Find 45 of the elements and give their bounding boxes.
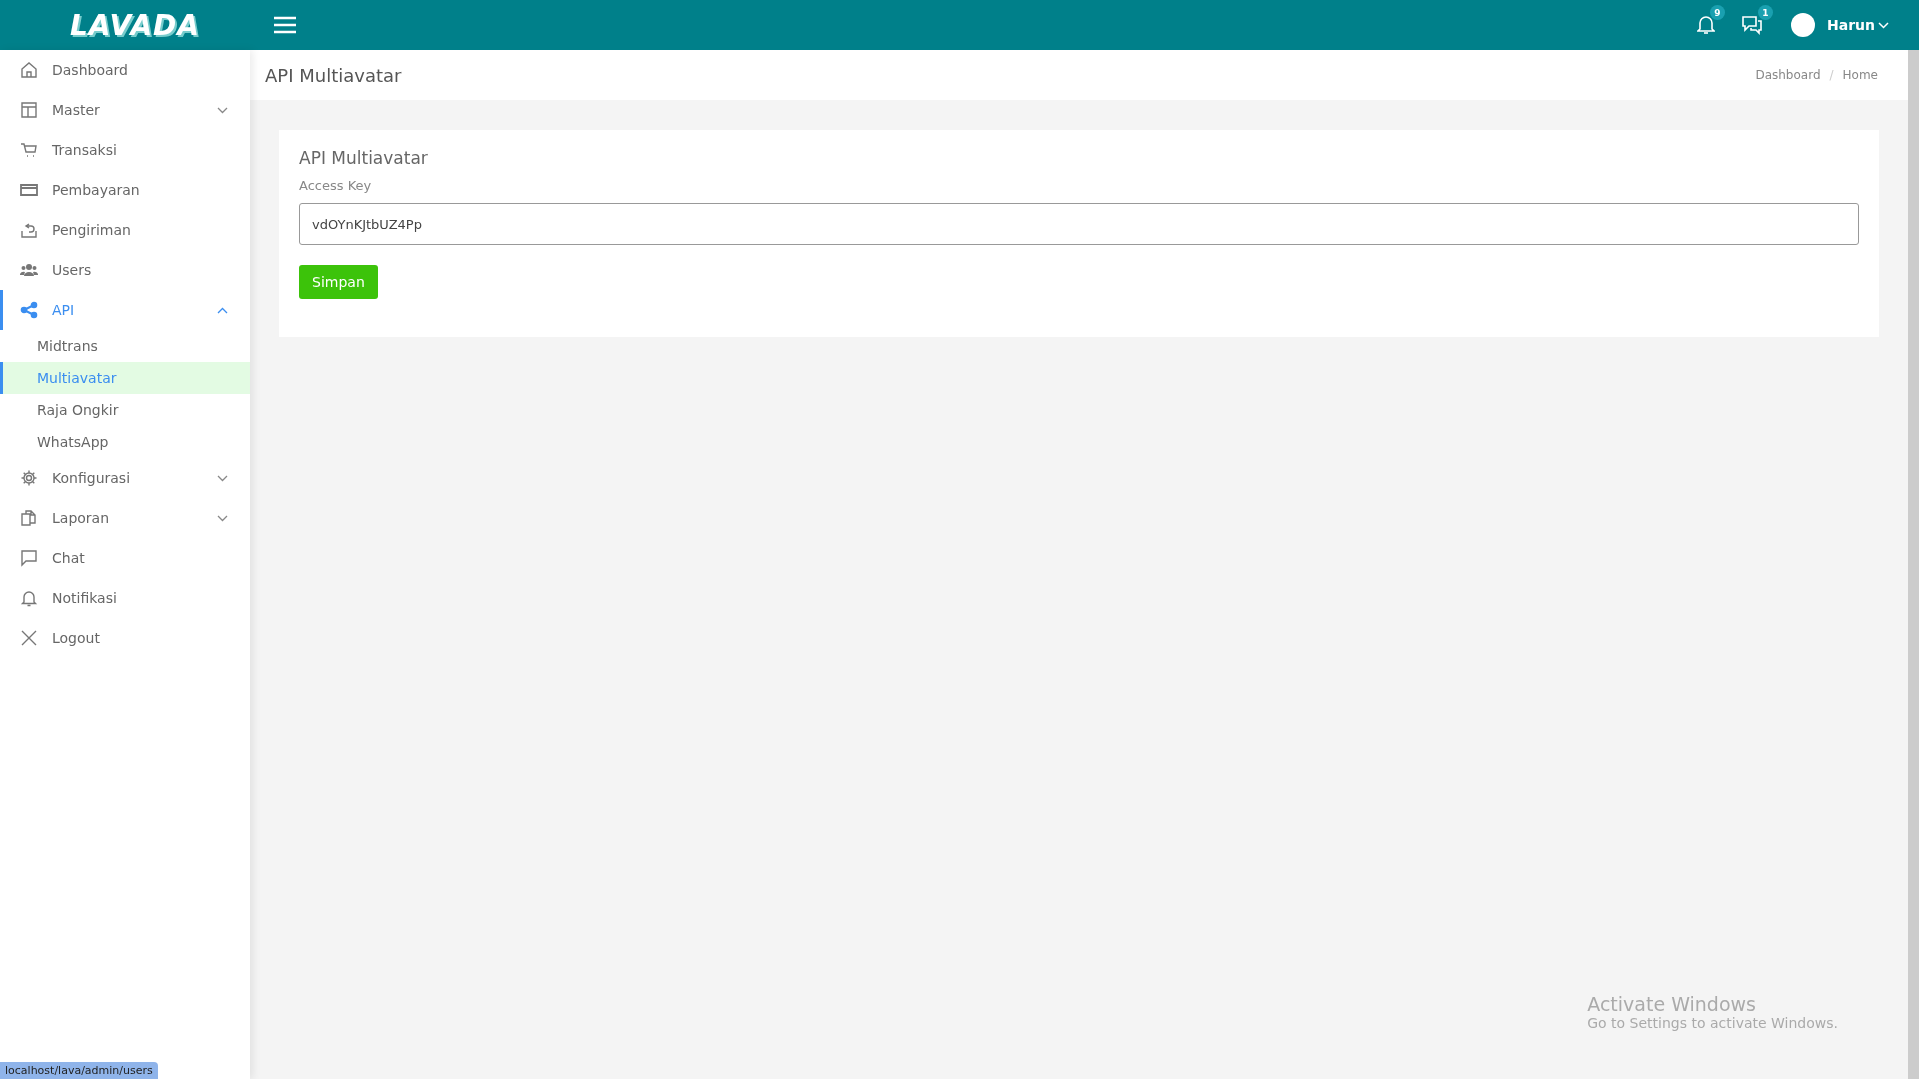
layout-icon [20,101,38,119]
close-icon [20,629,38,647]
user-avatar[interactable] [1791,13,1815,37]
sidebar-item[interactable]: API [0,290,250,330]
files-icon [20,509,38,527]
status-url: localhost/lava/admin/users [0,1062,158,1079]
users-icon [20,261,38,279]
submenu-item[interactable]: WhatsApp [0,426,250,458]
share-icon [20,301,38,319]
home-icon [20,61,38,79]
logo[interactable]: LAVADA [68,4,208,46]
activation-title: Activate Windows [1587,993,1757,1015]
chevron-icon [1878,21,1889,29]
chat-icon [20,549,38,567]
cart-icon [20,141,38,159]
sidebar-item[interactable]: Pembayaran [0,170,250,210]
sidebar-item[interactable]: Logout [0,618,250,658]
field-label: Access Key [299,178,372,193]
submenu-item[interactable]: Raja Ongkir [0,394,250,426]
bell-icon [20,589,38,607]
breadcrumb-link[interactable]: Dashboard [1755,68,1821,82]
sidebar-item[interactable]: Users [0,250,250,290]
breadcrumb-link[interactable]: Home [1842,68,1878,82]
activation-text: Go to Settings to activate Windows. [1587,1015,1838,1031]
sidebar-item[interactable]: Dashboard [0,50,250,90]
sidebar-item[interactable]: Laporan [0,498,250,538]
menu-icon [273,16,296,34]
sidebar-item[interactable]: Notifikasi [0,578,250,618]
card-title: API Multiavatar [299,148,428,168]
notification-count: 9 [1710,5,1725,20]
card-icon [20,181,38,199]
page-title: API Multiavatar [265,64,402,86]
message-count: 1 [1758,5,1773,20]
return-icon [20,221,38,239]
sidebar-item[interactable]: Master [0,90,250,130]
submenu-item[interactable]: Multiavatar [0,362,250,394]
submenu-item[interactable]: Midtrans [0,330,250,362]
gear-icon [20,469,38,487]
user-menu[interactable]: Harun [1827,17,1889,33]
sidebar-item[interactable]: Chat [0,538,250,578]
sidebar-item[interactable]: Pengiriman [0,210,250,250]
breadcrumb-separator: / [1829,68,1834,82]
sidebar-item[interactable]: Konfigurasi [0,458,250,498]
access-key-field[interactable]: vdOYnKJtbUZ4Pp [299,203,1859,245]
sidebar-item[interactable]: Transaksi [0,130,250,170]
